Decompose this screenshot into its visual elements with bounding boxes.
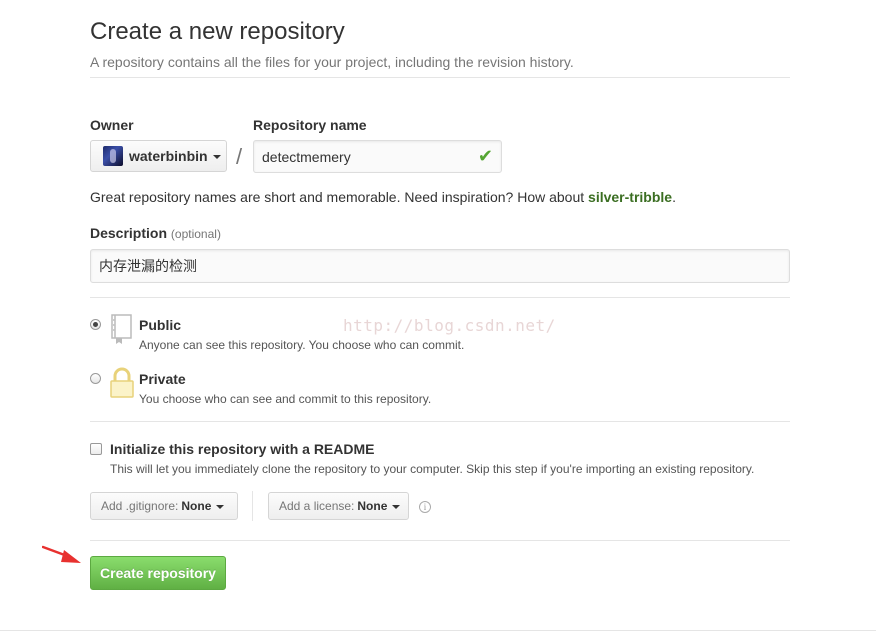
gitignore-dropdown[interactable]: Add .gitignore: None <box>90 492 238 520</box>
license-prefix: Add a license: <box>279 499 355 513</box>
create-repository-button[interactable]: Create repository <box>90 556 226 590</box>
annotation-arrow-icon <box>42 545 81 563</box>
repository-name-value: detectmemery <box>262 148 351 165</box>
info-icon[interactable]: i <box>419 501 431 513</box>
name-suggestion-hint: Great repository names are short and mem… <box>90 189 676 205</box>
description-label-text: Description <box>90 225 168 241</box>
readme-title[interactable]: Initialize this repository with a README <box>110 441 374 457</box>
readme-description: This will let you immediately clone the … <box>110 462 755 476</box>
private-radio[interactable] <box>90 373 101 384</box>
optional-tag: (optional) <box>170 227 221 241</box>
repository-name-input[interactable]: detectmemery ✔ <box>253 140 502 173</box>
page-bottom-divider <box>0 630 876 631</box>
visibility-divider <box>90 421 790 422</box>
page-title: Create a new repository <box>90 18 345 45</box>
public-radio[interactable] <box>90 319 101 330</box>
caret-down-icon <box>392 505 401 509</box>
description-divider <box>90 297 790 298</box>
readme-checkbox[interactable] <box>90 443 102 455</box>
hint-prefix: Great repository names are short and mem… <box>90 189 589 205</box>
suggested-name-link[interactable]: silver-tribble <box>588 189 672 205</box>
gitignore-prefix: Add .gitignore: <box>101 499 179 513</box>
lock-icon <box>110 367 134 398</box>
description-label: Description (optional) <box>90 225 221 241</box>
owner-repo-separator: / <box>236 144 243 169</box>
owner-label: Owner <box>90 117 134 133</box>
public-option-description: Anyone can see this repository. You choo… <box>139 338 465 352</box>
private-option-title: Private <box>139 371 186 387</box>
license-dropdown[interactable]: Add a license: None <box>268 492 409 520</box>
checkmark-icon: ✔ <box>477 146 493 166</box>
hint-suffix: . <box>672 189 676 205</box>
avatar <box>103 146 123 166</box>
description-input[interactable]: 内存泄漏的检测 <box>90 249 790 283</box>
watermark: http://blog.csdn.net/ <box>343 316 556 335</box>
dropdown-separator <box>252 491 253 521</box>
options-divider <box>90 540 790 541</box>
page-subtitle: A repository contains all the files for … <box>90 54 574 70</box>
header-divider <box>90 77 790 78</box>
public-option-title: Public <box>139 317 182 333</box>
repository-name-label: Repository name <box>253 117 367 133</box>
license-value: None <box>357 499 388 513</box>
caret-down-icon <box>216 505 225 509</box>
gitignore-value: None <box>181 499 212 513</box>
owner-dropdown[interactable]: waterbinbin <box>90 140 227 172</box>
owner-name: waterbinbin <box>129 148 208 164</box>
private-option-description: You choose who can see and commit to thi… <box>139 392 432 406</box>
description-value: 内存泄漏的检测 <box>99 258 197 274</box>
repo-book-icon <box>111 314 132 344</box>
caret-down-icon <box>212 155 221 159</box>
